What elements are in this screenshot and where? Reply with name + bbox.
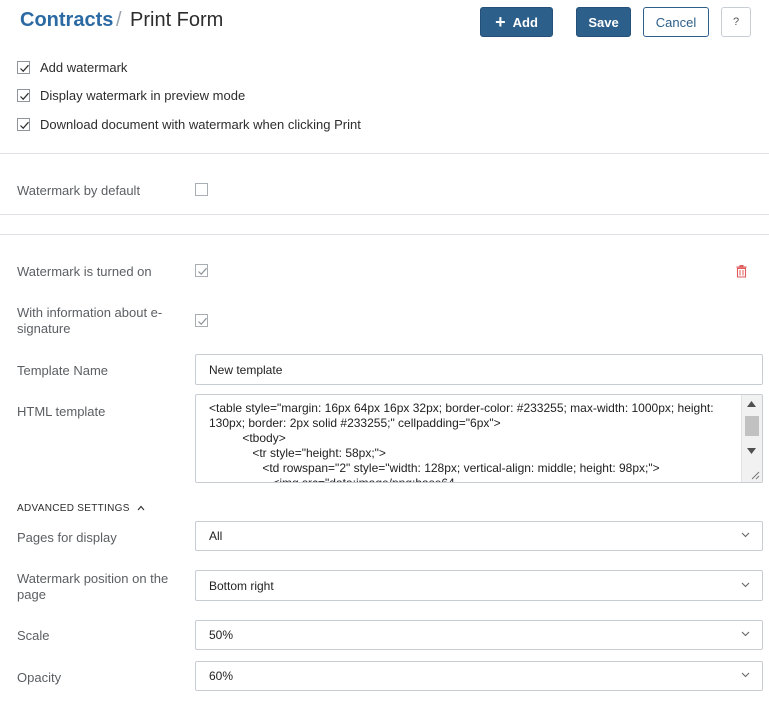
watermark-position-label: Watermark position on the page (17, 571, 169, 602)
save-button-label: Save (588, 14, 619, 30)
chevron-up-icon (137, 506, 145, 511)
checkmark-icon (20, 121, 29, 130)
checkmark-icon (20, 64, 29, 73)
esignature-info-checkbox[interactable] (195, 314, 208, 327)
cancel-button-label: Cancel (655, 14, 697, 30)
add-button[interactable]: + Add (480, 7, 553, 37)
breadcrumb-contracts-link[interactable]: Contracts (20, 9, 113, 32)
trash-icon (736, 265, 747, 278)
add-watermark-checkbox[interactable] (17, 61, 30, 74)
save-button[interactable]: Save (576, 7, 631, 37)
scroll-down-icon[interactable] (747, 448, 756, 454)
breadcrumb-separator: / (116, 9, 122, 31)
watermark-turned-on-label: Watermark is turned on (17, 264, 152, 279)
scale-value: 50% (209, 628, 234, 642)
html-template-value: <table style="margin: 16px 64px 16px 32p… (209, 401, 714, 483)
help-button[interactable]: ? (721, 7, 751, 37)
chevron-down-icon (741, 582, 750, 587)
pages-for-display-value: All (209, 529, 223, 543)
download-watermark-checkbox[interactable] (17, 118, 30, 131)
advanced-settings-title: ADVANCED SETTINGS (17, 503, 130, 514)
checkmark-icon (198, 317, 207, 326)
watermark-position-value: Bottom right (209, 578, 274, 593)
help-icon: ? (732, 16, 740, 28)
pages-for-display-select[interactable]: All (195, 521, 763, 551)
scale-label: Scale (17, 628, 50, 643)
chevron-down-icon (741, 672, 750, 678)
chevron-down-icon (741, 631, 750, 637)
opacity-value: 60% (209, 669, 234, 683)
template-name-value: New template (209, 362, 283, 377)
advanced-settings-toggle[interactable]: ADVANCED SETTINGS (17, 503, 145, 514)
pages-for-display-label: Pages for display (17, 530, 117, 545)
page-title: Print Form (130, 9, 224, 31)
chevron-down-icon (741, 532, 750, 538)
watermark-position-select[interactable]: Bottom right (195, 570, 763, 601)
watermark-turned-on-checkbox[interactable] (195, 264, 208, 277)
opacity-select[interactable]: 60% (195, 661, 763, 691)
plus-icon: + (495, 12, 506, 32)
html-template-label: HTML template (17, 404, 106, 419)
html-template-textarea[interactable]: <table style="margin: 16px 64px 16px 32p… (195, 394, 763, 483)
add-button-label: Add (512, 14, 538, 30)
scale-select[interactable]: 50% (195, 620, 763, 650)
watermark-by-default-checkbox[interactable] (195, 183, 208, 196)
opacity-label: Opacity (17, 670, 62, 685)
checkmark-icon (198, 267, 207, 276)
preview-watermark-label: Display watermark in preview mode (40, 88, 246, 103)
cancel-button[interactable]: Cancel (643, 7, 709, 37)
resize-handle-icon[interactable] (750, 470, 760, 480)
preview-watermark-checkbox[interactable] (17, 89, 30, 102)
add-watermark-label: Add watermark (40, 60, 128, 75)
divider (0, 153, 769, 154)
scroll-up-icon[interactable] (747, 401, 756, 407)
divider (0, 234, 769, 235)
esignature-info-label: With information about e-signature (17, 305, 163, 336)
template-name-label: Template Name (17, 363, 109, 378)
watermark-by-default-label: Watermark by default (17, 183, 141, 198)
delete-template-button[interactable] (736, 265, 747, 281)
checkmark-icon (20, 92, 29, 101)
download-watermark-label: Download document with watermark when cl… (40, 117, 361, 132)
template-name-input[interactable]: New template (195, 354, 763, 385)
scrollbar-thumb[interactable] (745, 416, 759, 436)
divider (0, 214, 769, 215)
